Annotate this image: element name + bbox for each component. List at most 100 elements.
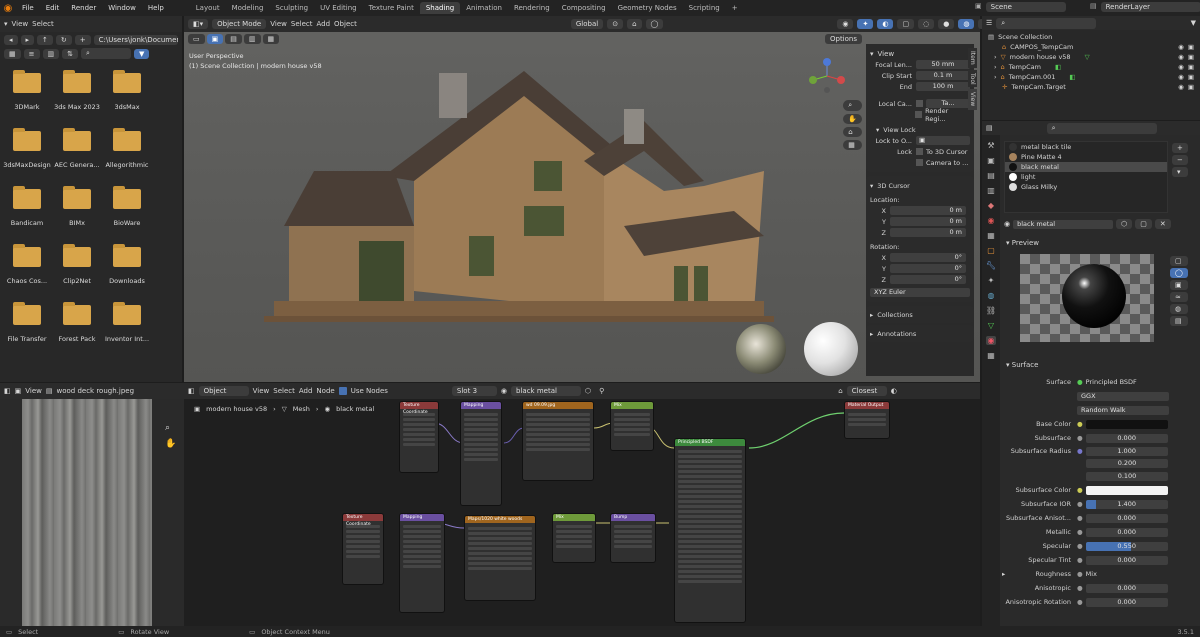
editor-type-icon[interactable]: ▾ (4, 20, 8, 28)
surface-header[interactable]: ▾ Surface (1006, 361, 1038, 369)
tab-compositing[interactable]: Compositing (556, 2, 612, 14)
eye-icon[interactable]: ◉ (1178, 53, 1184, 61)
visibility-icon[interactable]: ◉ (837, 19, 854, 29)
menu-window[interactable]: Window (102, 4, 142, 12)
forward-icon[interactable]: ▸ (20, 35, 35, 45)
tab-shading[interactable]: Shading (419, 2, 461, 14)
world-tab-icon[interactable]: ◉ (988, 216, 995, 225)
node-texture-coordinate[interactable]: Texture Coordinate (399, 401, 439, 473)
folder-item[interactable]: File Transfer (2, 302, 52, 343)
image-browse-icon[interactable]: ▤ (46, 387, 53, 395)
outliner-item[interactable]: › ▽ modern house v58 ▽ ◉ ▣ (988, 52, 1194, 62)
outliner-item[interactable]: › ⌂ TempCam ◧ ◉ ▣ (988, 62, 1194, 72)
view-lock-header[interactable]: ▾ View Lock (870, 124, 970, 135)
tab-uv-editing[interactable]: UV Editing (314, 2, 363, 14)
wood-texture-image[interactable] (22, 399, 152, 626)
refresh-icon[interactable]: ↻ (55, 35, 72, 45)
focal-length-field[interactable]: 50 mm (916, 60, 970, 69)
material-tab-icon[interactable]: ◉ (985, 336, 997, 345)
expand-icon[interactable]: › (994, 63, 997, 71)
select-mode-invert-icon[interactable]: ▦ (262, 34, 280, 44)
navigation-gizmo[interactable] (807, 56, 847, 96)
blender-logo-icon[interactable]: ◉ (0, 0, 16, 16)
tab-modeling[interactable]: Modeling (226, 2, 270, 14)
image-mode-icon[interactable]: ▣ (15, 387, 22, 395)
node-image-texture[interactable]: wd 09.09.jpg (522, 401, 594, 481)
view-section-header[interactable]: ▾ View (870, 48, 970, 59)
node-mix[interactable]: Mix (610, 401, 654, 451)
local-camera-checkbox[interactable] (916, 100, 923, 107)
properties-search-input[interactable]: ⌕ (1046, 122, 1157, 134)
camera-render-icon[interactable]: ▣ (1188, 43, 1194, 51)
preview-hair-icon[interactable]: ≈ (1170, 292, 1188, 302)
rot-y-field[interactable]: 0° (890, 264, 966, 273)
gizmo-icon[interactable]: ✦ (857, 19, 874, 29)
base-color-swatch[interactable] (1085, 419, 1168, 429)
tab-scripting[interactable]: Scripting (683, 2, 726, 14)
specular-field[interactable]: 0.550 (1085, 541, 1168, 551)
subsurface-anisotropy-field[interactable]: 0.000 (1085, 513, 1168, 523)
render-region-checkbox[interactable] (915, 111, 923, 118)
viewport-menu-select[interactable]: Select (291, 20, 313, 28)
search-input[interactable]: ⌕ (81, 48, 131, 59)
3d-cursor-header[interactable]: ▾ 3D Cursor (870, 180, 970, 191)
filter-icon[interactable]: ▼ (1191, 19, 1196, 27)
view-layer-selector[interactable]: ▤ RenderLayer (1090, 2, 1200, 12)
mode-dropdown[interactable]: Object Mode (212, 19, 267, 29)
material-browse-icon[interactable]: ◉ (1004, 220, 1010, 228)
anisotropic-field[interactable]: 0.000 (1085, 583, 1168, 593)
metallic-field[interactable]: 0.000 (1085, 527, 1168, 537)
eye-icon[interactable]: ◉ (1178, 63, 1184, 71)
preview-flat-icon[interactable]: ▢ (1170, 256, 1188, 266)
subsurface-field[interactable]: 0.000 (1085, 433, 1168, 443)
folder-item[interactable]: 3dsMax (102, 70, 152, 111)
node-bump[interactable]: Bump (610, 513, 656, 563)
tab-item[interactable]: Item (968, 48, 977, 68)
snap-icon[interactable]: ⌂ (627, 19, 642, 29)
loc-x-field[interactable]: 0 m (890, 206, 966, 215)
pivot-icon[interactable]: ⊙ (607, 19, 624, 29)
node-image-texture-2[interactable]: Maps/1020 white woods (464, 515, 536, 601)
editor-type-icon[interactable]: ▤ (986, 124, 993, 132)
overlay-icon[interactable]: ◐ (877, 19, 894, 29)
node-mapping-2[interactable]: Mapping (399, 513, 445, 613)
editor-type-icon[interactable]: ◧▾ (188, 19, 209, 29)
physics-tab-icon[interactable]: ◍ (988, 291, 995, 300)
remove-slot-icon[interactable]: − (1172, 155, 1188, 165)
thumbnail-view-icon[interactable]: ▦ (4, 48, 21, 59)
tab-animation[interactable]: Animation (460, 2, 508, 14)
annotations-section[interactable]: ▸ Annotations (866, 325, 974, 342)
select-mode-subtract-icon[interactable]: ▥ (243, 34, 261, 44)
material-slot-item[interactable]: Pine Matte 4 (1005, 152, 1167, 162)
subsurface-color-swatch[interactable] (1085, 485, 1168, 495)
image-name-field[interactable]: wood deck rough.jpeg (57, 387, 137, 395)
tab-rendering[interactable]: Rendering (508, 2, 556, 14)
tab-texture-paint[interactable]: Texture Paint (363, 2, 420, 14)
xray-icon[interactable]: ▢ (897, 19, 915, 29)
ortho-toggle-icon[interactable]: ▦ (843, 140, 862, 150)
tab-tool[interactable]: Tool (968, 69, 977, 88)
select-mode-extend-icon[interactable]: ▤ (225, 34, 242, 44)
camera-to-view-checkbox[interactable] (916, 159, 923, 166)
subsurface-radius-z[interactable]: 0.100 (1086, 471, 1168, 481)
folder-item[interactable]: Inventor Int... (102, 302, 152, 343)
grid-view-icon[interactable]: ▥ (42, 48, 60, 59)
subsurface-ior-field[interactable]: 1.400 (1085, 499, 1168, 509)
viewport-menu-view[interactable]: View (270, 20, 287, 28)
back-icon[interactable]: ◂ (4, 35, 18, 45)
folder-item[interactable]: AEC Genera... (52, 128, 102, 169)
expand-icon[interactable]: › (994, 73, 997, 81)
material-slot-item[interactable]: black metal (1005, 162, 1167, 172)
hdri-preview-sphere[interactable] (736, 324, 786, 374)
image-view-menu[interactable]: View (25, 387, 42, 395)
subsurface-radius-x[interactable]: 1.000 (1085, 446, 1168, 456)
menu-render[interactable]: Render (65, 4, 102, 12)
add-slot-icon[interactable]: + (1172, 143, 1188, 153)
folder-item[interactable]: Downloads (102, 244, 152, 285)
rot-x-field[interactable]: 0° (890, 253, 966, 262)
data-tab-icon[interactable]: ▽ (988, 321, 994, 330)
clip-start-field[interactable]: 0.1 m (916, 71, 970, 80)
node-editor[interactable]: ◧ Object View Select Add Node Use Nodes … (184, 383, 980, 626)
folder-item[interactable]: 3dsMaxDesign (2, 128, 52, 169)
outliner-item[interactable]: › ⌂ TempCam.001 ◧ ◉ ▣ (988, 72, 1194, 82)
